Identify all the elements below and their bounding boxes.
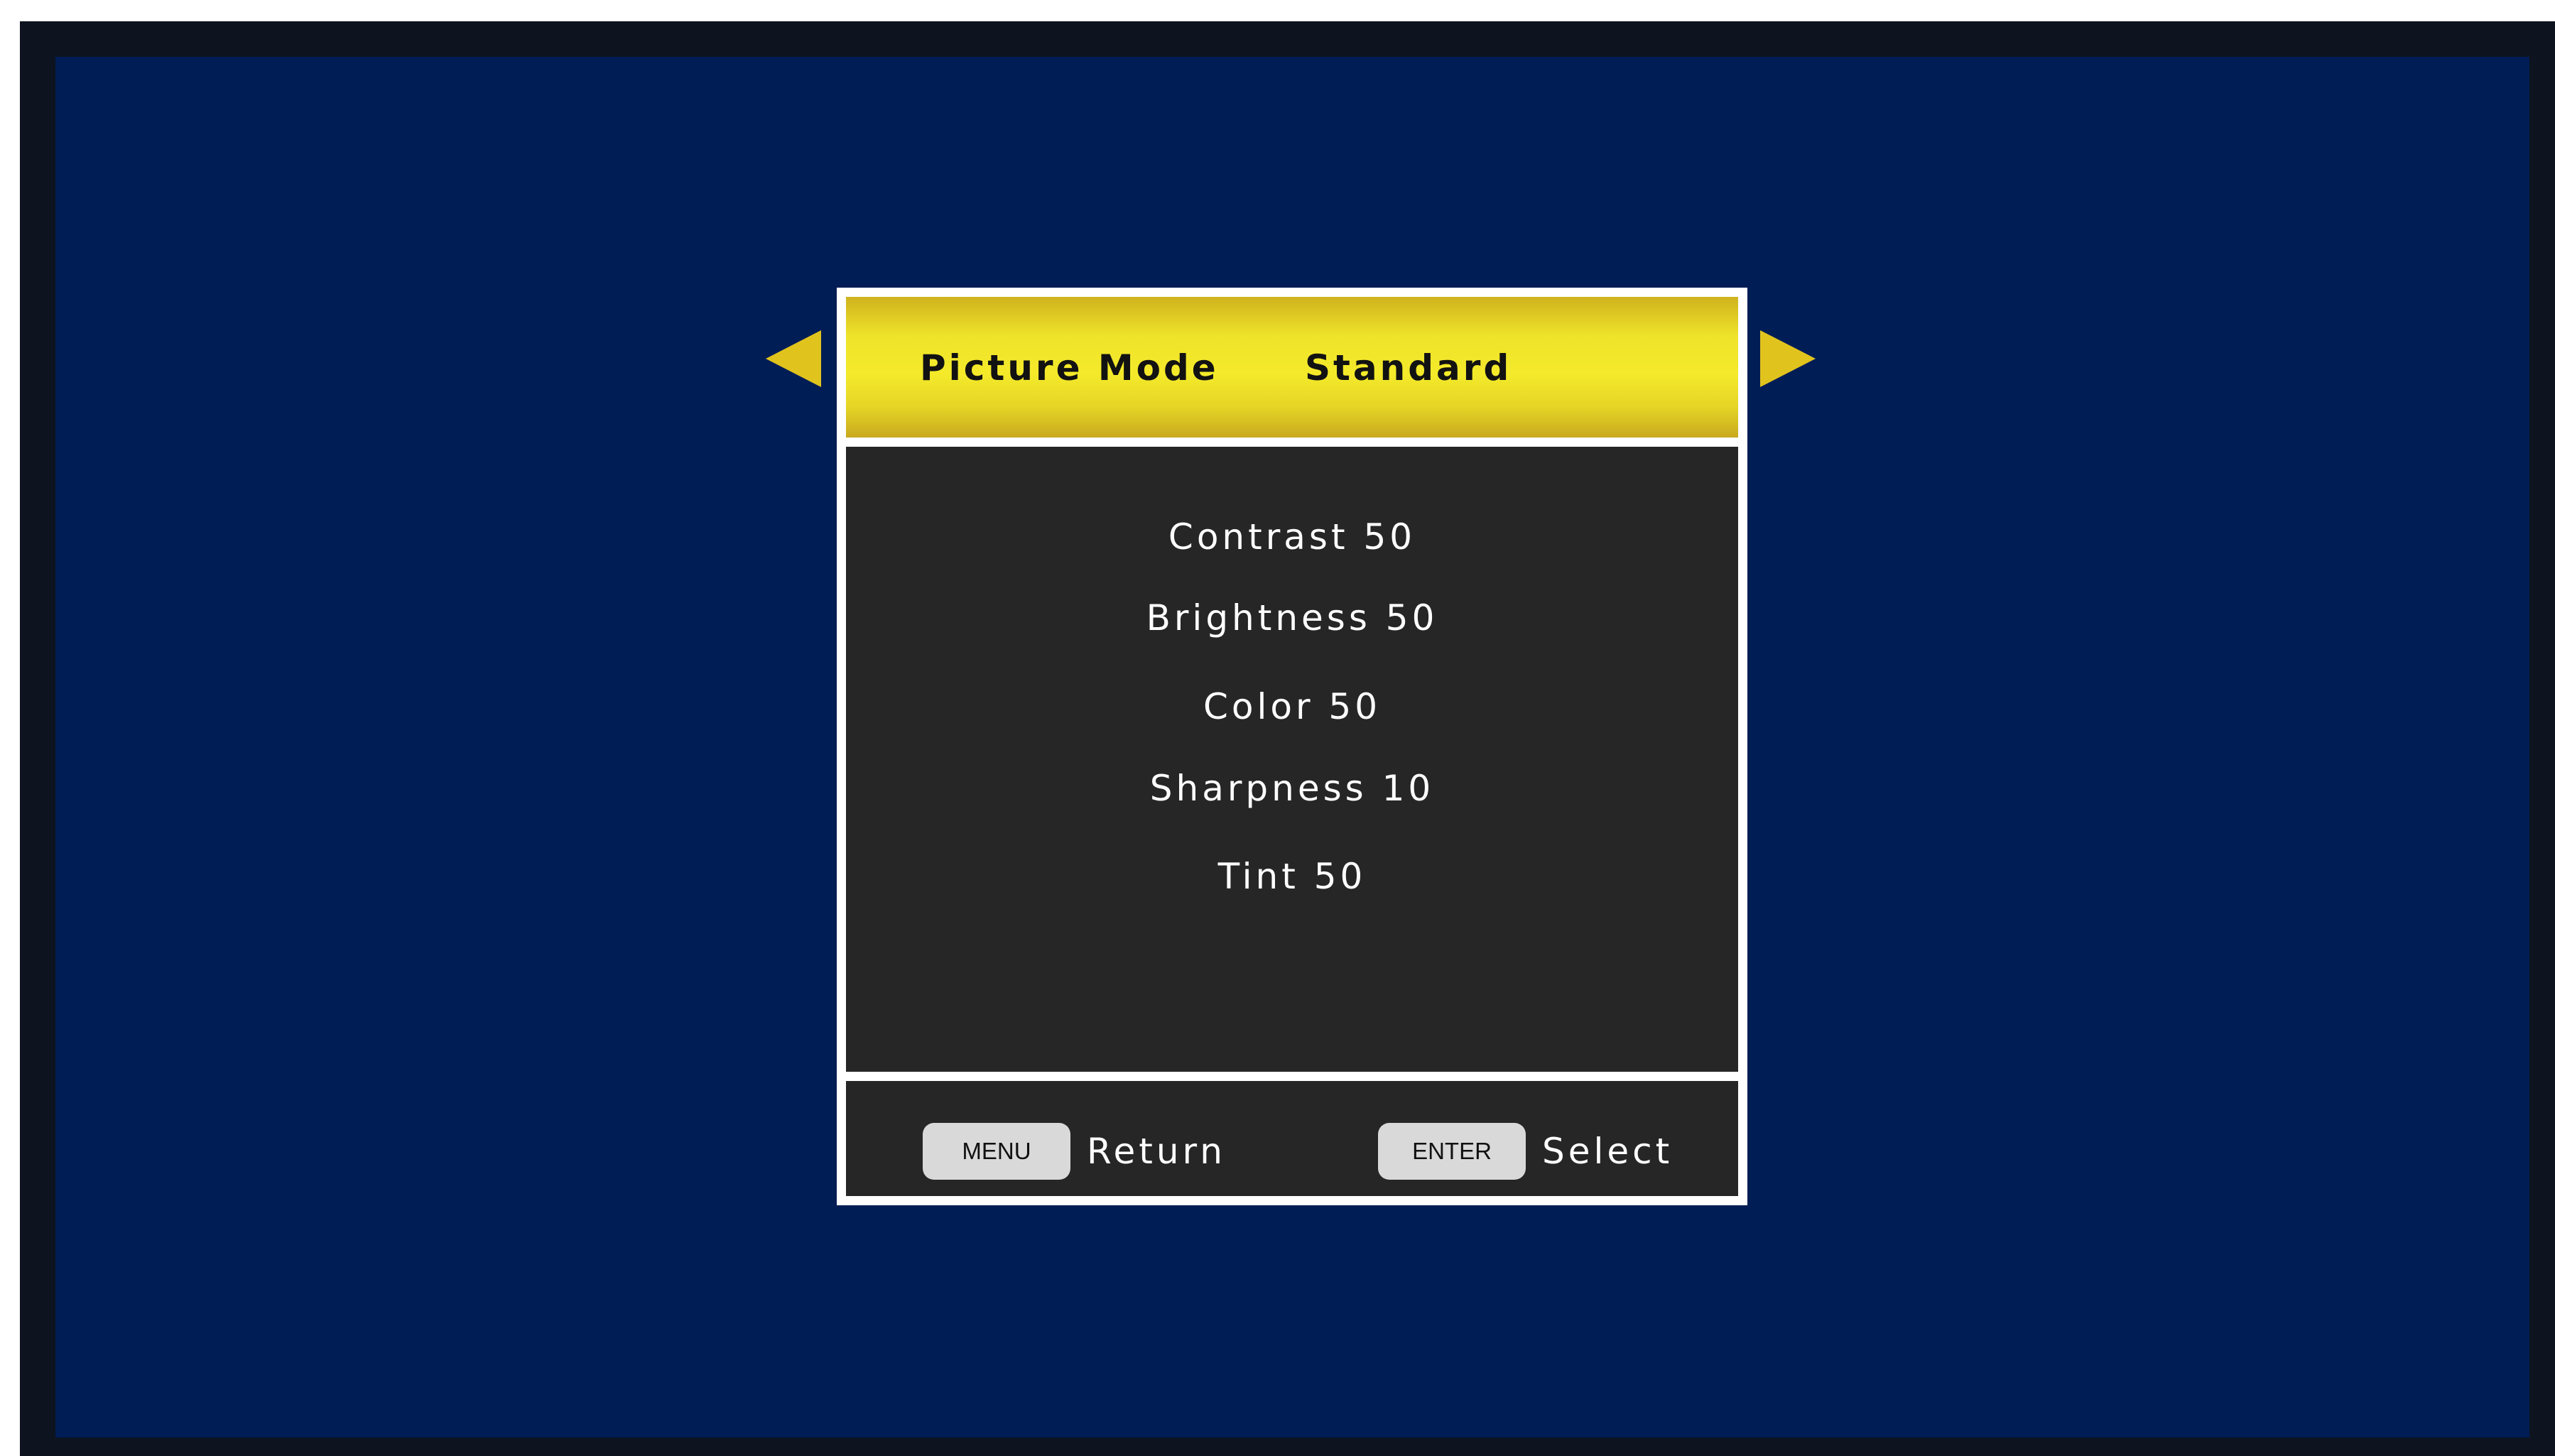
setting-tint[interactable]: Tint 50 <box>846 852 1738 901</box>
picture-mode-label: Picture Mode <box>920 347 1219 389</box>
picture-mode-header[interactable]: Picture Mode Standard <box>846 297 1738 438</box>
arrow-right-icon[interactable] <box>1760 330 1816 387</box>
setting-sharpness[interactable]: Sharpness 10 <box>846 764 1738 813</box>
setting-brightness[interactable]: Brightness 50 <box>846 593 1738 643</box>
setting-color[interactable]: Color 50 <box>846 682 1738 732</box>
arrow-left-icon[interactable] <box>766 330 821 387</box>
setting-contrast[interactable]: Contrast 50 <box>846 512 1738 562</box>
select-label: Select <box>1542 1131 1674 1172</box>
menu-key-button[interactable]: MENU <box>923 1123 1070 1180</box>
enter-key-button[interactable]: ENTER <box>1378 1123 1526 1180</box>
picture-mode-value: Standard <box>1305 347 1512 389</box>
settings-list: Contrast 50 Brightness 50 Color 50 Sharp… <box>846 447 1738 1072</box>
key-hint-bar: MENU Return ENTER Select <box>846 1081 1738 1196</box>
picture-settings-menu: Picture Mode Standard Contrast 50 Bright… <box>837 288 1747 1205</box>
return-label: Return <box>1087 1131 1226 1172</box>
